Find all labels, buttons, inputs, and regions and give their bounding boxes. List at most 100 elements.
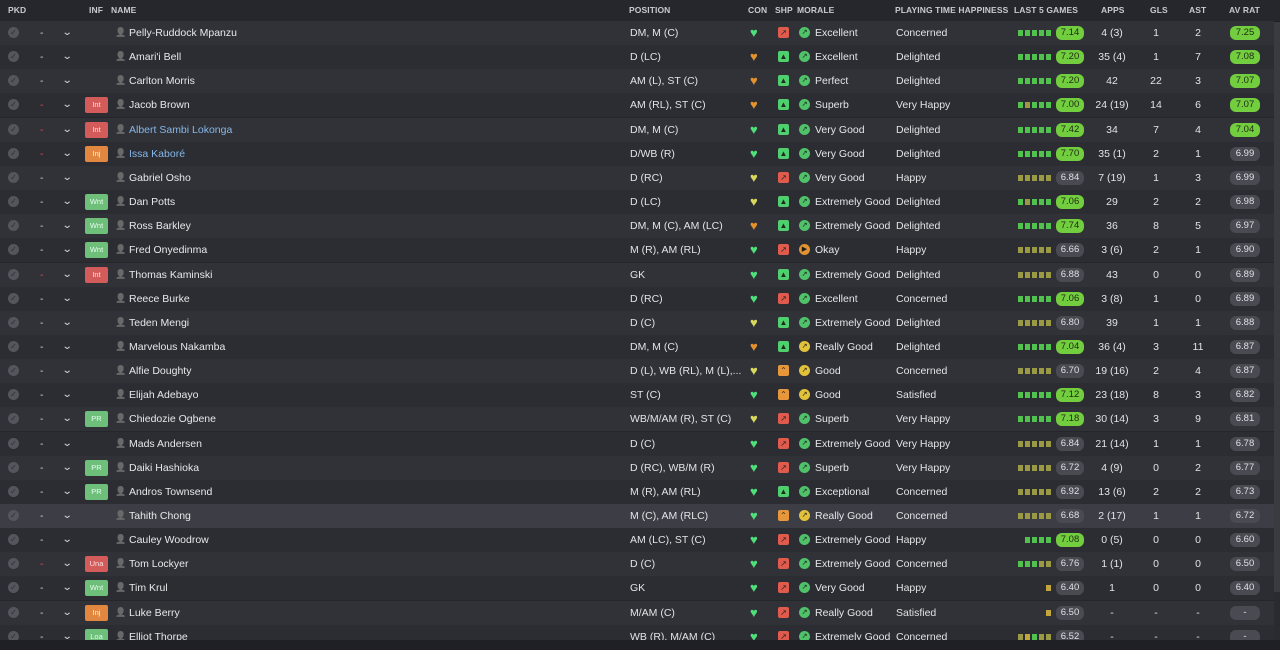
role-selector[interactable]: - (40, 69, 44, 93)
role-selector[interactable]: - (40, 311, 44, 335)
chevron-down-icon[interactable]: ⌄ (62, 263, 73, 287)
role-selector[interactable]: - (40, 456, 44, 480)
player-name[interactable]: Luke Berry (129, 601, 180, 625)
inf-badge[interactable]: Inj (85, 604, 108, 621)
player-name[interactable]: Pelly-Ruddock Mpanzu (129, 21, 237, 45)
pick-toggle-icon[interactable]: ✓ (8, 99, 19, 111)
vertical-scrollbar[interactable] (1274, 22, 1280, 592)
header-ast[interactable]: AST (1189, 5, 1206, 15)
player-name[interactable]: Elijah Adebayo (129, 383, 198, 407)
role-selector[interactable]: - (40, 263, 44, 287)
role-selector[interactable]: - (40, 214, 44, 238)
pick-toggle-icon[interactable]: ✓ (8, 485, 19, 497)
pick-toggle-icon[interactable]: ✓ (8, 340, 19, 352)
header-inf[interactable]: INF (89, 5, 103, 15)
role-selector[interactable]: - (40, 142, 44, 166)
chevron-down-icon[interactable]: ⌄ (62, 407, 73, 431)
pick-toggle-icon[interactable]: ✓ (8, 365, 19, 377)
inf-badge[interactable]: Wnt (85, 242, 108, 259)
player-name[interactable]: Andros Townsend (129, 480, 212, 504)
chevron-down-icon[interactable]: ⌄ (62, 601, 73, 625)
chevron-down-icon[interactable]: ⌄ (62, 528, 73, 552)
inf-badge[interactable]: Wnt (85, 218, 108, 235)
role-selector[interactable]: - (40, 93, 44, 117)
table-row[interactable]: ✓ - ⌄ Int 👤 Jacob Brown AM (RL), ST (C) ♥ ▲ ↗ Supe… (0, 93, 1274, 119)
table-row[interactable]: ✓ - ⌄ Int 👤 Albert Sambi Lokonga DM, M (C) ♥ ▲ ↗ V… (0, 117, 1274, 143)
player-name[interactable]: Daiki Hashioka (129, 456, 199, 480)
chevron-down-icon[interactable]: ⌄ (62, 21, 73, 45)
chevron-down-icon[interactable]: ⌄ (62, 93, 73, 117)
player-name[interactable]: Chiedozie Ogbene (129, 407, 216, 431)
table-row[interactable]: ✓ - ⌄ Int 👤 Thomas Kaminski GK ♥ ▲ ↗ Extremely Goo… (0, 262, 1274, 288)
pick-toggle-icon[interactable]: ✓ (8, 606, 19, 618)
inf-badge[interactable]: PR (85, 411, 108, 428)
chevron-down-icon[interactable]: ⌄ (62, 335, 73, 359)
pick-toggle-icon[interactable]: ✓ (8, 244, 19, 256)
chevron-down-icon[interactable]: ⌄ (62, 383, 73, 407)
pick-toggle-icon[interactable]: ✓ (8, 558, 19, 570)
chevron-down-icon[interactable]: ⌄ (62, 359, 73, 383)
table-row[interactable]: ✓ - ⌄ Inj 👤 Luke Berry M/AM (C) ♥ ↗ ↗ Really Good S… (0, 600, 1274, 626)
inf-badge[interactable]: Int (85, 121, 108, 138)
chevron-down-icon[interactable]: ⌄ (62, 142, 73, 166)
header-last-5-games[interactable]: LAST 5 GAMES (1014, 5, 1078, 15)
header-con[interactable]: CON (748, 5, 767, 15)
chevron-down-icon[interactable]: ⌄ (62, 166, 73, 190)
table-row[interactable]: ✓ - ⌄ PR 👤 Chiedozie Ogbene WB/M/AM (R), ST (C… (0, 407, 1274, 433)
table-row[interactable]: ✓ - ⌄ 👤 Marvelous Nakamba DM, M (C) ♥ ▲ ↗ Really … (0, 334, 1274, 360)
header-name[interactable]: NAME (111, 5, 136, 15)
pick-toggle-icon[interactable]: ✓ (8, 51, 19, 63)
header-apps[interactable]: APPS (1101, 5, 1125, 15)
table-row[interactable]: ✓ - ⌄ Wnt 👤 Ross Barkley DM, M (C), AM (LC) ♥ ▲ ↗… (0, 214, 1274, 240)
role-selector[interactable]: - (40, 335, 44, 359)
player-name[interactable]: Thomas Kaminski (129, 263, 212, 287)
role-selector[interactable]: - (40, 432, 44, 456)
pick-toggle-icon[interactable]: ✓ (8, 534, 19, 546)
player-name[interactable]: Marvelous Nakamba (129, 335, 225, 359)
chevron-down-icon[interactable]: ⌄ (62, 552, 73, 576)
pick-toggle-icon[interactable]: ✓ (8, 582, 19, 594)
player-name[interactable]: Teden Mengi (129, 311, 189, 335)
table-row[interactable]: ✓ - ⌄ 👤 Reece Burke D (RC) ♥ ↗ ↗ Excellent Concern… (0, 286, 1274, 312)
chevron-down-icon[interactable]: ⌄ (62, 45, 73, 69)
pick-toggle-icon[interactable]: ✓ (8, 292, 19, 304)
pick-toggle-icon[interactable]: ✓ (8, 171, 19, 183)
chevron-down-icon[interactable]: ⌄ (62, 214, 73, 238)
table-row[interactable]: ✓ - ⌄ Una 👤 Tom Lockyer D (C) ♥ ↗ ↗ Extremely Good… (0, 552, 1274, 578)
header-morale[interactable]: MORALE (797, 5, 834, 15)
player-name[interactable]: Amari'i Bell (129, 45, 181, 69)
pick-toggle-icon[interactable]: ✓ (8, 389, 19, 401)
role-selector[interactable]: - (40, 287, 44, 311)
role-selector[interactable]: - (40, 190, 44, 214)
table-row[interactable]: ✓ - ⌄ Inj 👤 Issa Kaboré D/WB (R) ♥ ▲ ↗ Very Good De… (0, 141, 1274, 167)
inf-badge[interactable]: Wnt (85, 194, 108, 210)
role-selector[interactable]: - (40, 601, 44, 625)
chevron-down-icon[interactable]: ⌄ (62, 576, 73, 600)
inf-badge[interactable]: Int (85, 266, 108, 283)
player-name[interactable]: Jacob Brown (129, 93, 190, 117)
table-row[interactable]: ✓ - ⌄ 👤 Carlton Morris AM (L), ST (C) ♥ ▲ ↗ Perfe… (0, 69, 1274, 95)
table-row[interactable]: ✓ - ⌄ 👤 Cauley Woodrow AM (LC), ST (C) ♥ ↗ ↗ Extr… (0, 528, 1274, 554)
player-name[interactable]: Tom Lockyer (129, 552, 189, 576)
table-row[interactable]: ✓ - ⌄ 👤 Amari'i Bell D (LC) ♥ ▲ ↗ Excellent Deligh… (0, 45, 1274, 71)
chevron-down-icon[interactable]: ⌄ (62, 456, 73, 480)
inf-badge[interactable]: PR (85, 483, 108, 500)
player-name[interactable]: Albert Sambi Lokonga (129, 118, 232, 142)
player-name[interactable]: Alfie Doughty (129, 359, 191, 383)
role-selector[interactable]: - (40, 504, 44, 528)
table-row[interactable]: ✓ - ⌄ Wnt 👤 Dan Potts D (LC) ♥ ▲ ↗ Extremely Good D… (0, 190, 1274, 215)
player-name[interactable]: Dan Potts (129, 190, 175, 214)
table-row[interactable]: ✓ - ⌄ PR 👤 Daiki Hashioka D (RC), WB/M (R) ♥ ↗ ↗ S… (0, 455, 1274, 481)
chevron-down-icon[interactable]: ⌄ (62, 287, 73, 311)
role-selector[interactable]: - (40, 359, 44, 383)
header-gls[interactable]: GLS (1150, 5, 1168, 15)
player-name[interactable]: Cauley Woodrow (129, 528, 209, 552)
role-selector[interactable]: - (40, 552, 44, 576)
player-name[interactable]: Fred Onyedinma (129, 238, 207, 262)
player-name[interactable]: Gabriel Osho (129, 166, 191, 190)
chevron-down-icon[interactable]: ⌄ (62, 311, 73, 335)
role-selector[interactable]: - (40, 21, 44, 45)
header-position[interactable]: POSITION (629, 5, 670, 15)
table-row[interactable]: ✓ - ⌄ 👤 Teden Mengi D (C) ♥ ▲ ↗ Extremely Good Del… (0, 310, 1274, 336)
chevron-down-icon[interactable]: ⌄ (62, 118, 73, 142)
